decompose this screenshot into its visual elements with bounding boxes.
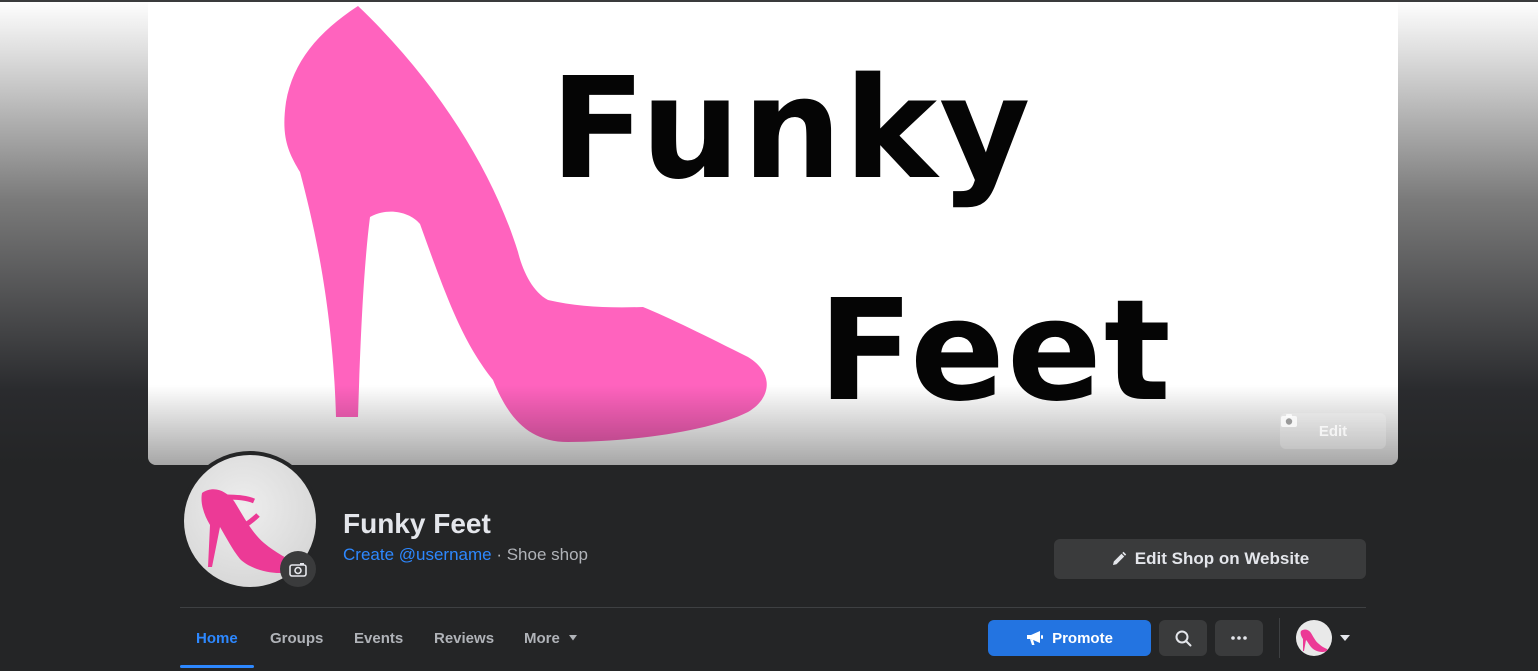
account-avatar: [1296, 620, 1332, 656]
tab-groups[interactable]: Groups: [254, 608, 339, 668]
caret-down-icon: [1340, 635, 1350, 641]
tab-events[interactable]: Events: [338, 608, 419, 668]
update-profile-picture-button[interactable]: [280, 551, 316, 587]
create-username-link[interactable]: Create @username: [343, 545, 492, 564]
edit-shop-label: Edit Shop on Website: [1134, 549, 1310, 568]
page-subline: Create @username · Shoe shop: [343, 545, 588, 565]
edit-cover-label: Edit: [1318, 422, 1348, 440]
tab-more[interactable]: More: [508, 608, 594, 668]
camera-icon: [289, 562, 307, 577]
cover-logo-word-funky: Funky: [550, 48, 1033, 211]
actions-divider: [1279, 618, 1280, 658]
promote-label: Promote: [1052, 629, 1113, 647]
megaphone-icon: [1027, 631, 1044, 645]
caret-down-icon: [568, 635, 577, 641]
edit-shop-button[interactable]: Edit Shop on Website: [1054, 539, 1366, 579]
tab-label: Reviews: [434, 629, 495, 647]
pink-shoe-thumbnail: [1300, 629, 1328, 652]
search-icon: [1175, 630, 1191, 646]
tab-label: Groups: [270, 629, 324, 647]
page-title: Funky Feet: [343, 508, 491, 539]
tab-label: More: [524, 629, 560, 647]
account-switcher[interactable]: [1296, 620, 1356, 656]
cover-photo[interactable]: Funky Feet Edit: [148, 2, 1398, 465]
search-button[interactable]: [1159, 620, 1207, 656]
promote-button[interactable]: Promote: [988, 620, 1151, 656]
tab-label: Home: [196, 629, 238, 647]
pencil-icon: [1112, 551, 1126, 565]
tab-reviews[interactable]: Reviews: [418, 608, 510, 668]
tab-label: Events: [354, 629, 404, 647]
subline-separator: ·: [491, 545, 507, 564]
ellipsis-icon: [1231, 636, 1247, 640]
camera-icon: [1281, 414, 1297, 427]
page-category: Shoe shop: [506, 545, 589, 564]
more-options-button[interactable]: [1215, 620, 1263, 656]
edit-cover-button[interactable]: Edit: [1280, 413, 1386, 449]
cover-shade: [148, 385, 1398, 465]
tab-home[interactable]: Home: [180, 608, 254, 668]
